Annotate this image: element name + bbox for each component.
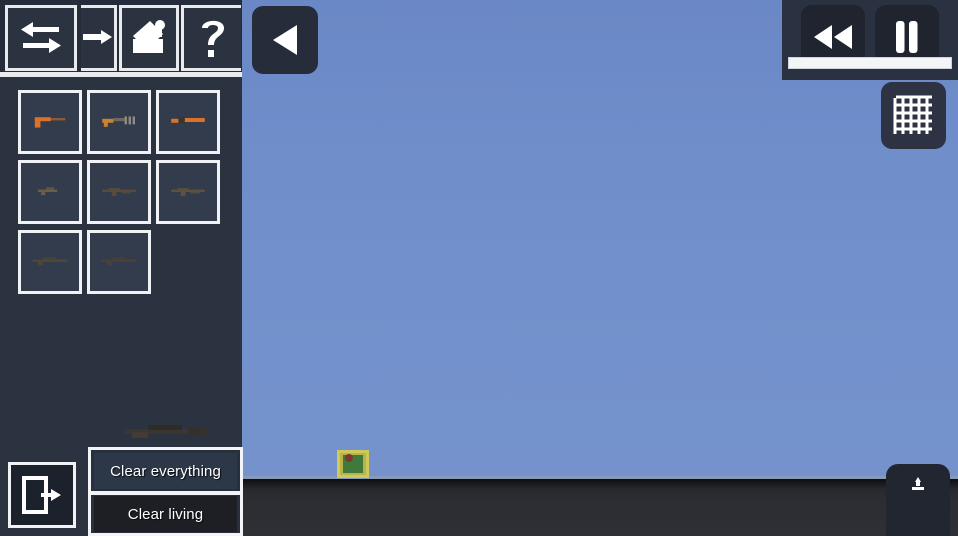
weapon-sprite-battle-rifle	[171, 188, 205, 196]
paint-bucket-icon	[133, 20, 165, 53]
question-mark-icon	[201, 20, 224, 57]
weapon-sprite-pistol	[34, 117, 66, 128]
speed-slider[interactable]	[788, 57, 952, 69]
weapon-sprite-carbine	[38, 187, 58, 196]
clear-panel-divider	[91, 491, 240, 495]
weapon-slot-marksman-rifle[interactable]	[87, 230, 151, 294]
play-left-triangle-icon	[273, 25, 297, 55]
exit-door-icon	[22, 476, 61, 514]
download-icon	[912, 477, 924, 490]
clear-everything-button[interactable]: Clear everything	[94, 453, 237, 489]
help-tool-button[interactable]	[181, 5, 241, 71]
grid-icon	[893, 95, 932, 134]
back-button[interactable]	[252, 6, 318, 74]
pause-icon	[896, 21, 918, 53]
weapon-sprite-marksman-rifle	[101, 257, 137, 266]
paint-tool-button[interactable]	[119, 5, 179, 71]
weapon-slot-assault-rifle[interactable]	[87, 160, 151, 224]
weapon-sprite-submachine-gun	[102, 116, 135, 127]
game-screen: Clear everything Clear living	[0, 0, 958, 536]
sidebar-panel: Clear everything Clear living	[0, 0, 243, 536]
entity-marker	[345, 454, 353, 462]
weapon-slot-sniper-rifle[interactable]	[18, 230, 82, 294]
weapon-slot-submachine-gun[interactable]	[87, 90, 151, 154]
loose-weapon-sprite[interactable]	[118, 418, 214, 442]
clear-living-button[interactable]: Clear living	[94, 496, 237, 532]
download-button[interactable]	[886, 464, 950, 536]
weapon-inventory-grid[interactable]	[18, 90, 233, 294]
swap-arrows-icon	[21, 22, 61, 53]
clear-panel: Clear everything Clear living	[88, 447, 243, 536]
arrow-into-bracket-icon	[82, 30, 112, 44]
spawned-entity[interactable]	[337, 450, 369, 478]
weapon-slot-pistol[interactable]	[18, 90, 82, 154]
export-tool-button[interactable]	[81, 5, 117, 71]
grid-toggle-button[interactable]	[881, 82, 946, 149]
weapon-sprite-assault-rifle	[102, 188, 136, 196]
toolbar	[0, 0, 242, 77]
exit-button[interactable]	[8, 462, 76, 528]
toolbar-underline	[0, 72, 242, 77]
weapon-slot-battle-rifle[interactable]	[156, 160, 220, 224]
weapon-sprite-sniper-rifle	[32, 257, 68, 266]
weapon-slot-shotgun[interactable]	[156, 90, 220, 154]
weapon-slot-carbine[interactable]	[18, 160, 82, 224]
swap-tool-button[interactable]	[5, 5, 77, 71]
rewind-double-arrow-icon	[814, 25, 852, 49]
weapon-sprite-shotgun	[171, 117, 205, 124]
